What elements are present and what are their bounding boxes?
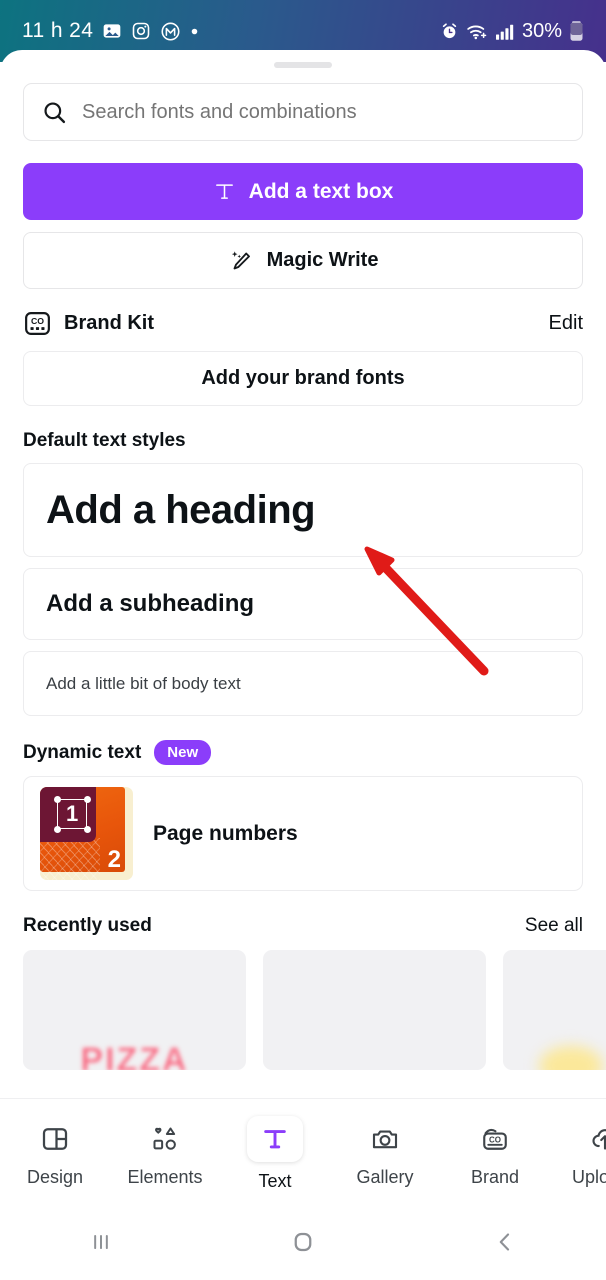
status-bar-left: 11 h 24 [22,19,199,43]
recently-used-strip[interactable]: PIZZA [23,950,606,1070]
layout-panels-icon [40,1120,70,1158]
battery-percent: 30% [521,19,562,42]
wifi-icon [467,25,487,39]
nav-label-design: Design [26,1166,84,1187]
recently-used-thumb-caption: PIZZA [80,1041,189,1071]
recently-used-header: Recently used See all [23,915,583,937]
upload-cloud-icon [590,1120,606,1158]
default-text-styles-label: Default text styles [23,430,186,451]
text-panel-sheet: Add a text box Magic Write CO [0,50,606,1280]
brand-kit-edit-link[interactable]: Edit [549,312,583,335]
nav-item-uploads[interactable]: Uploads [550,1120,606,1188]
app-root: 11 h 24 30% Search fonts and combination… [0,0,606,1280]
search-icon [44,101,66,123]
bottom-nav: Design Elements Text Gallery CO Brand Up… [0,1098,606,1208]
nav-label-elements: Elements [127,1166,203,1187]
text-t-icon [247,1115,303,1162]
text-style-heading-label: Add a heading [46,487,316,532]
panel-content: Add a text box Magic Write CO [0,83,606,1070]
text-style-heading[interactable]: Add a heading [23,463,583,557]
nav-item-brand[interactable]: CO Brand [440,1120,550,1188]
signal-bars-icon [495,24,514,40]
nav-label-text: Text [258,1170,292,1191]
text-style-subheading-label: Add a subheading [46,590,255,617]
new-badge: New [154,740,212,765]
dot-indicator-icon [192,28,198,34]
text-style-subheading[interactable]: Add a subheading [23,568,583,640]
page-numbers-label: Page numbers [153,821,298,845]
status-bar-right: 30% [440,20,584,43]
dynamic-text-label: Dynamic text [23,741,142,763]
circled-m-icon [161,21,180,41]
thumb-number-one: 1 [66,801,79,826]
text-style-body-label: Add a little bit of body text [46,673,241,693]
thumb-number-two: 2 [107,846,121,873]
brand-kit-header: CO Brand Kit Edit [23,309,583,338]
search-input[interactable] [82,100,564,124]
page-numbers-card[interactable]: 1 2 Page numbers [23,776,583,891]
brand-kit-title: Brand Kit [64,312,154,334]
home-icon[interactable] [288,1227,318,1262]
status-clock: 11 h 24 [22,19,94,42]
instagram-icon [133,22,150,40]
shapes-icon [150,1120,180,1158]
nav-item-gallery[interactable]: Gallery [330,1120,440,1188]
nav-label-uploads: Uploads [571,1166,606,1187]
add-brand-fonts-label: Add your brand fonts [201,367,405,389]
nav-label-brand: Brand [470,1166,520,1187]
magic-write-label: Magic Write [266,249,379,271]
add-text-box-label: Add a text box [248,179,394,203]
magic-write-button[interactable]: Magic Write [23,232,583,289]
brand-co-icon: CO [480,1120,510,1158]
nav-item-elements[interactable]: Elements [110,1120,220,1188]
nav-label-gallery: Gallery [356,1166,414,1187]
search-bar[interactable] [23,83,583,141]
see-all-link[interactable]: See all [525,915,583,937]
camera-icon [370,1120,400,1158]
add-text-box-button[interactable]: Add a text box [23,163,583,220]
page-numbers-thumbnail: 1 2 [40,787,133,880]
svg-text:CO: CO [489,1135,501,1144]
sheet-drag-handle[interactable] [274,62,332,68]
battery-icon [570,21,583,41]
recents-icon[interactable] [87,1228,115,1261]
recently-used-label: Recently used [23,915,152,936]
text-t-icon [215,184,233,199]
dynamic-text-header: Dynamic text New [23,740,583,765]
recently-used-thumb[interactable]: PIZZA [23,950,246,1070]
recently-used-thumb[interactable] [503,950,606,1070]
brand-co-icon: CO [25,312,50,335]
recently-used-thumb[interactable] [263,950,486,1070]
nav-item-design[interactable]: Design [0,1120,110,1188]
nav-item-text[interactable]: Text [220,1115,330,1192]
add-brand-fonts-button[interactable]: Add your brand fonts [23,351,583,406]
back-icon[interactable] [491,1228,519,1261]
android-nav-bar [0,1208,606,1280]
svg-text:CO: CO [31,316,44,326]
alarm-icon [442,22,457,38]
text-style-body[interactable]: Add a little bit of body text [23,651,583,716]
magic-pencil-icon [231,250,250,269]
photo-icon [103,24,121,38]
